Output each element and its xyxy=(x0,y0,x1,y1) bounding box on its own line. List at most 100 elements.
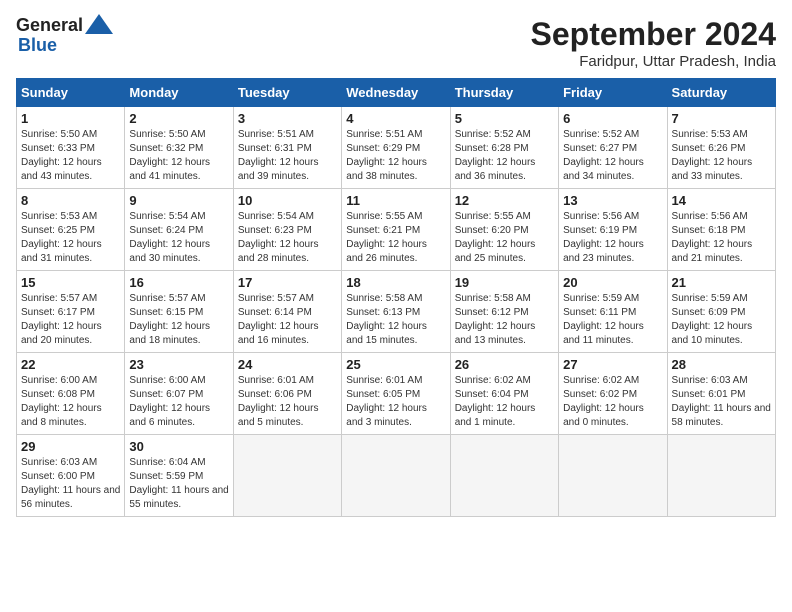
day-number: 13 xyxy=(563,193,662,208)
table-row xyxy=(233,435,341,517)
table-row: 19 Sunrise: 5:58 AMSunset: 6:12 PMDayligh… xyxy=(450,271,558,353)
day-info: Sunrise: 6:01 AMSunset: 6:06 PMDaylight:… xyxy=(238,374,337,430)
day-info: Sunrise: 5:50 AMSunset: 6:33 PMDaylight:… xyxy=(21,128,120,184)
table-row xyxy=(559,435,667,517)
day-info: Sunrise: 5:52 AMSunset: 6:27 PMDaylight:… xyxy=(563,128,662,184)
table-row: 1 Sunrise: 5:50 AMSunset: 6:33 PMDaylight… xyxy=(17,107,125,189)
day-info: Sunrise: 5:52 AMSunset: 6:28 PMDaylight:… xyxy=(455,128,554,184)
col-tuesday: Tuesday xyxy=(233,79,341,107)
day-number: 28 xyxy=(672,357,771,372)
day-number: 3 xyxy=(238,111,337,126)
day-number: 17 xyxy=(238,275,337,290)
day-info: Sunrise: 6:02 AMSunset: 6:02 PMDaylight:… xyxy=(563,374,662,430)
day-info: Sunrise: 5:55 AMSunset: 6:20 PMDaylight:… xyxy=(455,210,554,266)
calendar-header-row: Sunday Monday Tuesday Wednesday Thursday… xyxy=(17,79,776,107)
table-row: 10 Sunrise: 5:54 AMSunset: 6:23 PMDayligh… xyxy=(233,189,341,271)
day-number: 14 xyxy=(672,193,771,208)
table-row: 27 Sunrise: 6:02 AMSunset: 6:02 PMDayligh… xyxy=(559,353,667,435)
day-number: 23 xyxy=(129,357,228,372)
day-number: 1 xyxy=(21,111,120,126)
col-sunday: Sunday xyxy=(17,79,125,107)
day-number: 7 xyxy=(672,111,771,126)
day-info: Sunrise: 5:59 AMSunset: 6:09 PMDaylight:… xyxy=(672,292,771,348)
day-info: Sunrise: 6:03 AMSunset: 6:00 PMDaylight:… xyxy=(21,456,120,512)
day-info: Sunrise: 5:57 AMSunset: 6:15 PMDaylight:… xyxy=(129,292,228,348)
day-info: Sunrise: 5:58 AMSunset: 6:12 PMDaylight:… xyxy=(455,292,554,348)
page-header: General Blue September 2024 Faridpur, Ut… xyxy=(16,16,776,70)
table-row: 13 Sunrise: 5:56 AMSunset: 6:19 PMDayligh… xyxy=(559,189,667,271)
day-number: 10 xyxy=(238,193,337,208)
day-info: Sunrise: 5:51 AMSunset: 6:31 PMDaylight:… xyxy=(238,128,337,184)
day-info: Sunrise: 6:01 AMSunset: 6:05 PMDaylight:… xyxy=(346,374,445,430)
day-info: Sunrise: 5:57 AMSunset: 6:17 PMDaylight:… xyxy=(21,292,120,348)
col-friday: Friday xyxy=(559,79,667,107)
table-row: 28 Sunrise: 6:03 AMSunset: 6:01 PMDayligh… xyxy=(667,353,775,435)
table-row: 21 Sunrise: 5:59 AMSunset: 6:09 PMDayligh… xyxy=(667,271,775,353)
table-row: 24 Sunrise: 6:01 AMSunset: 6:06 PMDayligh… xyxy=(233,353,341,435)
day-info: Sunrise: 5:50 AMSunset: 6:32 PMDaylight:… xyxy=(129,128,228,184)
day-number: 2 xyxy=(129,111,228,126)
table-row: 12 Sunrise: 5:55 AMSunset: 6:20 PMDayligh… xyxy=(450,189,558,271)
title-area: September 2024 Faridpur, Uttar Pradesh, … xyxy=(531,16,776,70)
table-row: 17 Sunrise: 5:57 AMSunset: 6:14 PMDayligh… xyxy=(233,271,341,353)
day-number: 18 xyxy=(346,275,445,290)
day-info: Sunrise: 5:55 AMSunset: 6:21 PMDaylight:… xyxy=(346,210,445,266)
day-number: 8 xyxy=(21,193,120,208)
table-row: 6Sunrise: 5:52 AMSunset: 6:27 PMDaylight… xyxy=(559,107,667,189)
day-info: Sunrise: 6:03 AMSunset: 6:01 PMDaylight:… xyxy=(672,374,771,430)
table-row: 3 Sunrise: 5:51 AMSunset: 6:31 PMDaylight… xyxy=(233,107,341,189)
day-number: 29 xyxy=(21,439,120,454)
calendar-week-row: 29 Sunrise: 6:03 AMSunset: 6:00 PMDayligh… xyxy=(17,435,776,517)
day-number: 4 xyxy=(346,111,445,126)
day-info: Sunrise: 5:58 AMSunset: 6:13 PMDaylight:… xyxy=(346,292,445,348)
day-info: Sunrise: 5:57 AMSunset: 6:14 PMDaylight:… xyxy=(238,292,337,348)
day-info: Sunrise: 5:59 AMSunset: 6:11 PMDaylight:… xyxy=(563,292,662,348)
calendar-week-row: 8 Sunrise: 5:53 AMSunset: 6:25 PMDaylight… xyxy=(17,189,776,271)
logo-icon xyxy=(85,14,113,34)
day-info: Sunrise: 5:56 AMSunset: 6:19 PMDaylight:… xyxy=(563,210,662,266)
day-info: Sunrise: 6:04 AMSunset: 5:59 PMDaylight:… xyxy=(129,456,228,512)
day-number: 25 xyxy=(346,357,445,372)
calendar-week-row: 22Sunrise: 6:00 AMSunset: 6:08 PMDayligh… xyxy=(17,353,776,435)
day-info: Sunrise: 5:54 AMSunset: 6:24 PMDaylight:… xyxy=(129,210,228,266)
day-info: Sunrise: 6:00 AMSunset: 6:08 PMDaylight:… xyxy=(21,374,120,430)
day-number: 27 xyxy=(563,357,662,372)
day-number: 19 xyxy=(455,275,554,290)
table-row xyxy=(667,435,775,517)
calendar-week-row: 15Sunrise: 5:57 AMSunset: 6:17 PMDayligh… xyxy=(17,271,776,353)
table-row: 25 Sunrise: 6:01 AMSunset: 6:05 PMDayligh… xyxy=(342,353,450,435)
table-row xyxy=(342,435,450,517)
day-info: Sunrise: 5:56 AMSunset: 6:18 PMDaylight:… xyxy=(672,210,771,266)
table-row: 11 Sunrise: 5:55 AMSunset: 6:21 PMDayligh… xyxy=(342,189,450,271)
day-number: 9 xyxy=(129,193,228,208)
table-row: 18 Sunrise: 5:58 AMSunset: 6:13 PMDayligh… xyxy=(342,271,450,353)
table-row: 2 Sunrise: 5:50 AMSunset: 6:32 PMDaylight… xyxy=(125,107,233,189)
day-number: 11 xyxy=(346,193,445,208)
col-thursday: Thursday xyxy=(450,79,558,107)
table-row: 23 Sunrise: 6:00 AMSunset: 6:07 PMDayligh… xyxy=(125,353,233,435)
day-info: Sunrise: 5:53 AMSunset: 6:25 PMDaylight:… xyxy=(21,210,120,266)
day-info: Sunrise: 6:00 AMSunset: 6:07 PMDaylight:… xyxy=(129,374,228,430)
col-monday: Monday xyxy=(125,79,233,107)
day-number: 16 xyxy=(129,275,228,290)
day-info: Sunrise: 6:02 AMSunset: 6:04 PMDaylight:… xyxy=(455,374,554,430)
calendar-week-row: 1 Sunrise: 5:50 AMSunset: 6:33 PMDaylight… xyxy=(17,107,776,189)
table-row: 15Sunrise: 5:57 AMSunset: 6:17 PMDayligh… xyxy=(17,271,125,353)
day-info: Sunrise: 5:54 AMSunset: 6:23 PMDaylight:… xyxy=(238,210,337,266)
col-saturday: Saturday xyxy=(667,79,775,107)
table-row: 16 Sunrise: 5:57 AMSunset: 6:15 PMDayligh… xyxy=(125,271,233,353)
table-row: 8 Sunrise: 5:53 AMSunset: 6:25 PMDaylight… xyxy=(17,189,125,271)
table-row: 26 Sunrise: 6:02 AMSunset: 6:04 PMDayligh… xyxy=(450,353,558,435)
day-number: 30 xyxy=(129,439,228,454)
day-number: 26 xyxy=(455,357,554,372)
day-number: 12 xyxy=(455,193,554,208)
table-row: 7 Sunrise: 5:53 AMSunset: 6:26 PMDaylight… xyxy=(667,107,775,189)
day-number: 24 xyxy=(238,357,337,372)
table-row: 22Sunrise: 6:00 AMSunset: 6:08 PMDayligh… xyxy=(17,353,125,435)
table-row: 4Sunrise: 5:51 AMSunset: 6:29 PMDaylight… xyxy=(342,107,450,189)
logo-text: General xyxy=(16,16,83,36)
day-info: Sunrise: 5:53 AMSunset: 6:26 PMDaylight:… xyxy=(672,128,771,184)
day-number: 21 xyxy=(672,275,771,290)
day-number: 20 xyxy=(563,275,662,290)
table-row: 9 Sunrise: 5:54 AMSunset: 6:24 PMDaylight… xyxy=(125,189,233,271)
